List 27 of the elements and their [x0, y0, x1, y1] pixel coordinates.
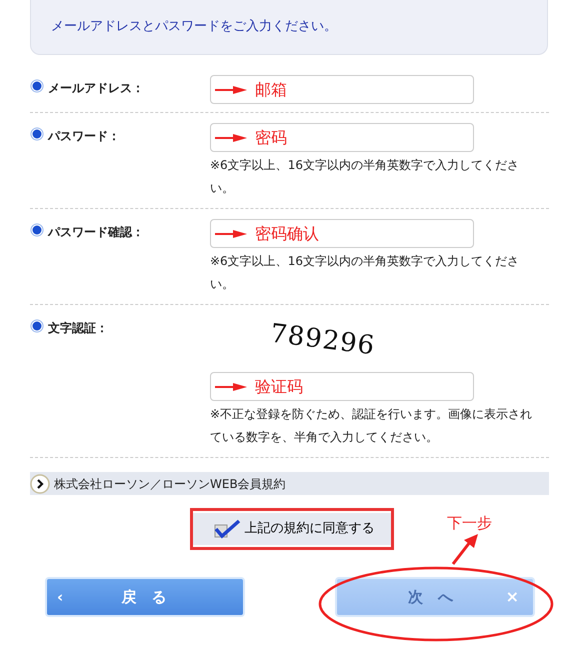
input-field[interactable]: 密码确认 — [210, 219, 474, 248]
field-label: パスワード確認： — [48, 224, 144, 241]
field-label: パスワード： — [48, 128, 120, 145]
checkbox-checked-icon — [212, 519, 242, 539]
arrow-icon — [215, 230, 247, 238]
bullet-icon — [30, 223, 44, 237]
arrow-icon — [215, 382, 247, 390]
hint-text: ※不正な登録を防ぐため、認証を行います。画像に表示されている数字を、半角で入力してください。 — [210, 406, 534, 446]
chevron-icon — [30, 474, 50, 494]
instruction-text: メールアドレスとパスワードをご入力ください。 — [51, 18, 337, 36]
field-label: 文字認証： — [48, 320, 108, 337]
input-field[interactable]: 密码 — [210, 123, 474, 152]
captcha-text: 789296 — [268, 318, 378, 364]
hint-text: ※6文字以上、16文字以内の半角英数字で入力してください。 — [210, 157, 520, 197]
arrow-icon — [215, 134, 247, 142]
bullet-icon — [30, 319, 44, 333]
terms-link[interactable]: 株式会社ローソン／ローソンWEB会員規約 — [54, 474, 286, 492]
agree-checkbox[interactable]: 上記の規約に同意する — [192, 513, 390, 545]
arrow-icon — [215, 86, 247, 94]
bullet-icon — [30, 127, 44, 141]
input-field[interactable]: 邮箱 — [210, 75, 474, 104]
bullet-icon — [30, 79, 44, 93]
input-field[interactable]: 验证码 — [210, 372, 474, 401]
back-button[interactable]: ‹ 戻 る — [45, 577, 245, 617]
hint-text: ※6文字以上、16文字以内の半角英数字で入力してください。 — [210, 253, 520, 293]
annotation-text: 下一步 — [447, 513, 492, 534]
field-label: メールアドレス： — [48, 80, 144, 97]
